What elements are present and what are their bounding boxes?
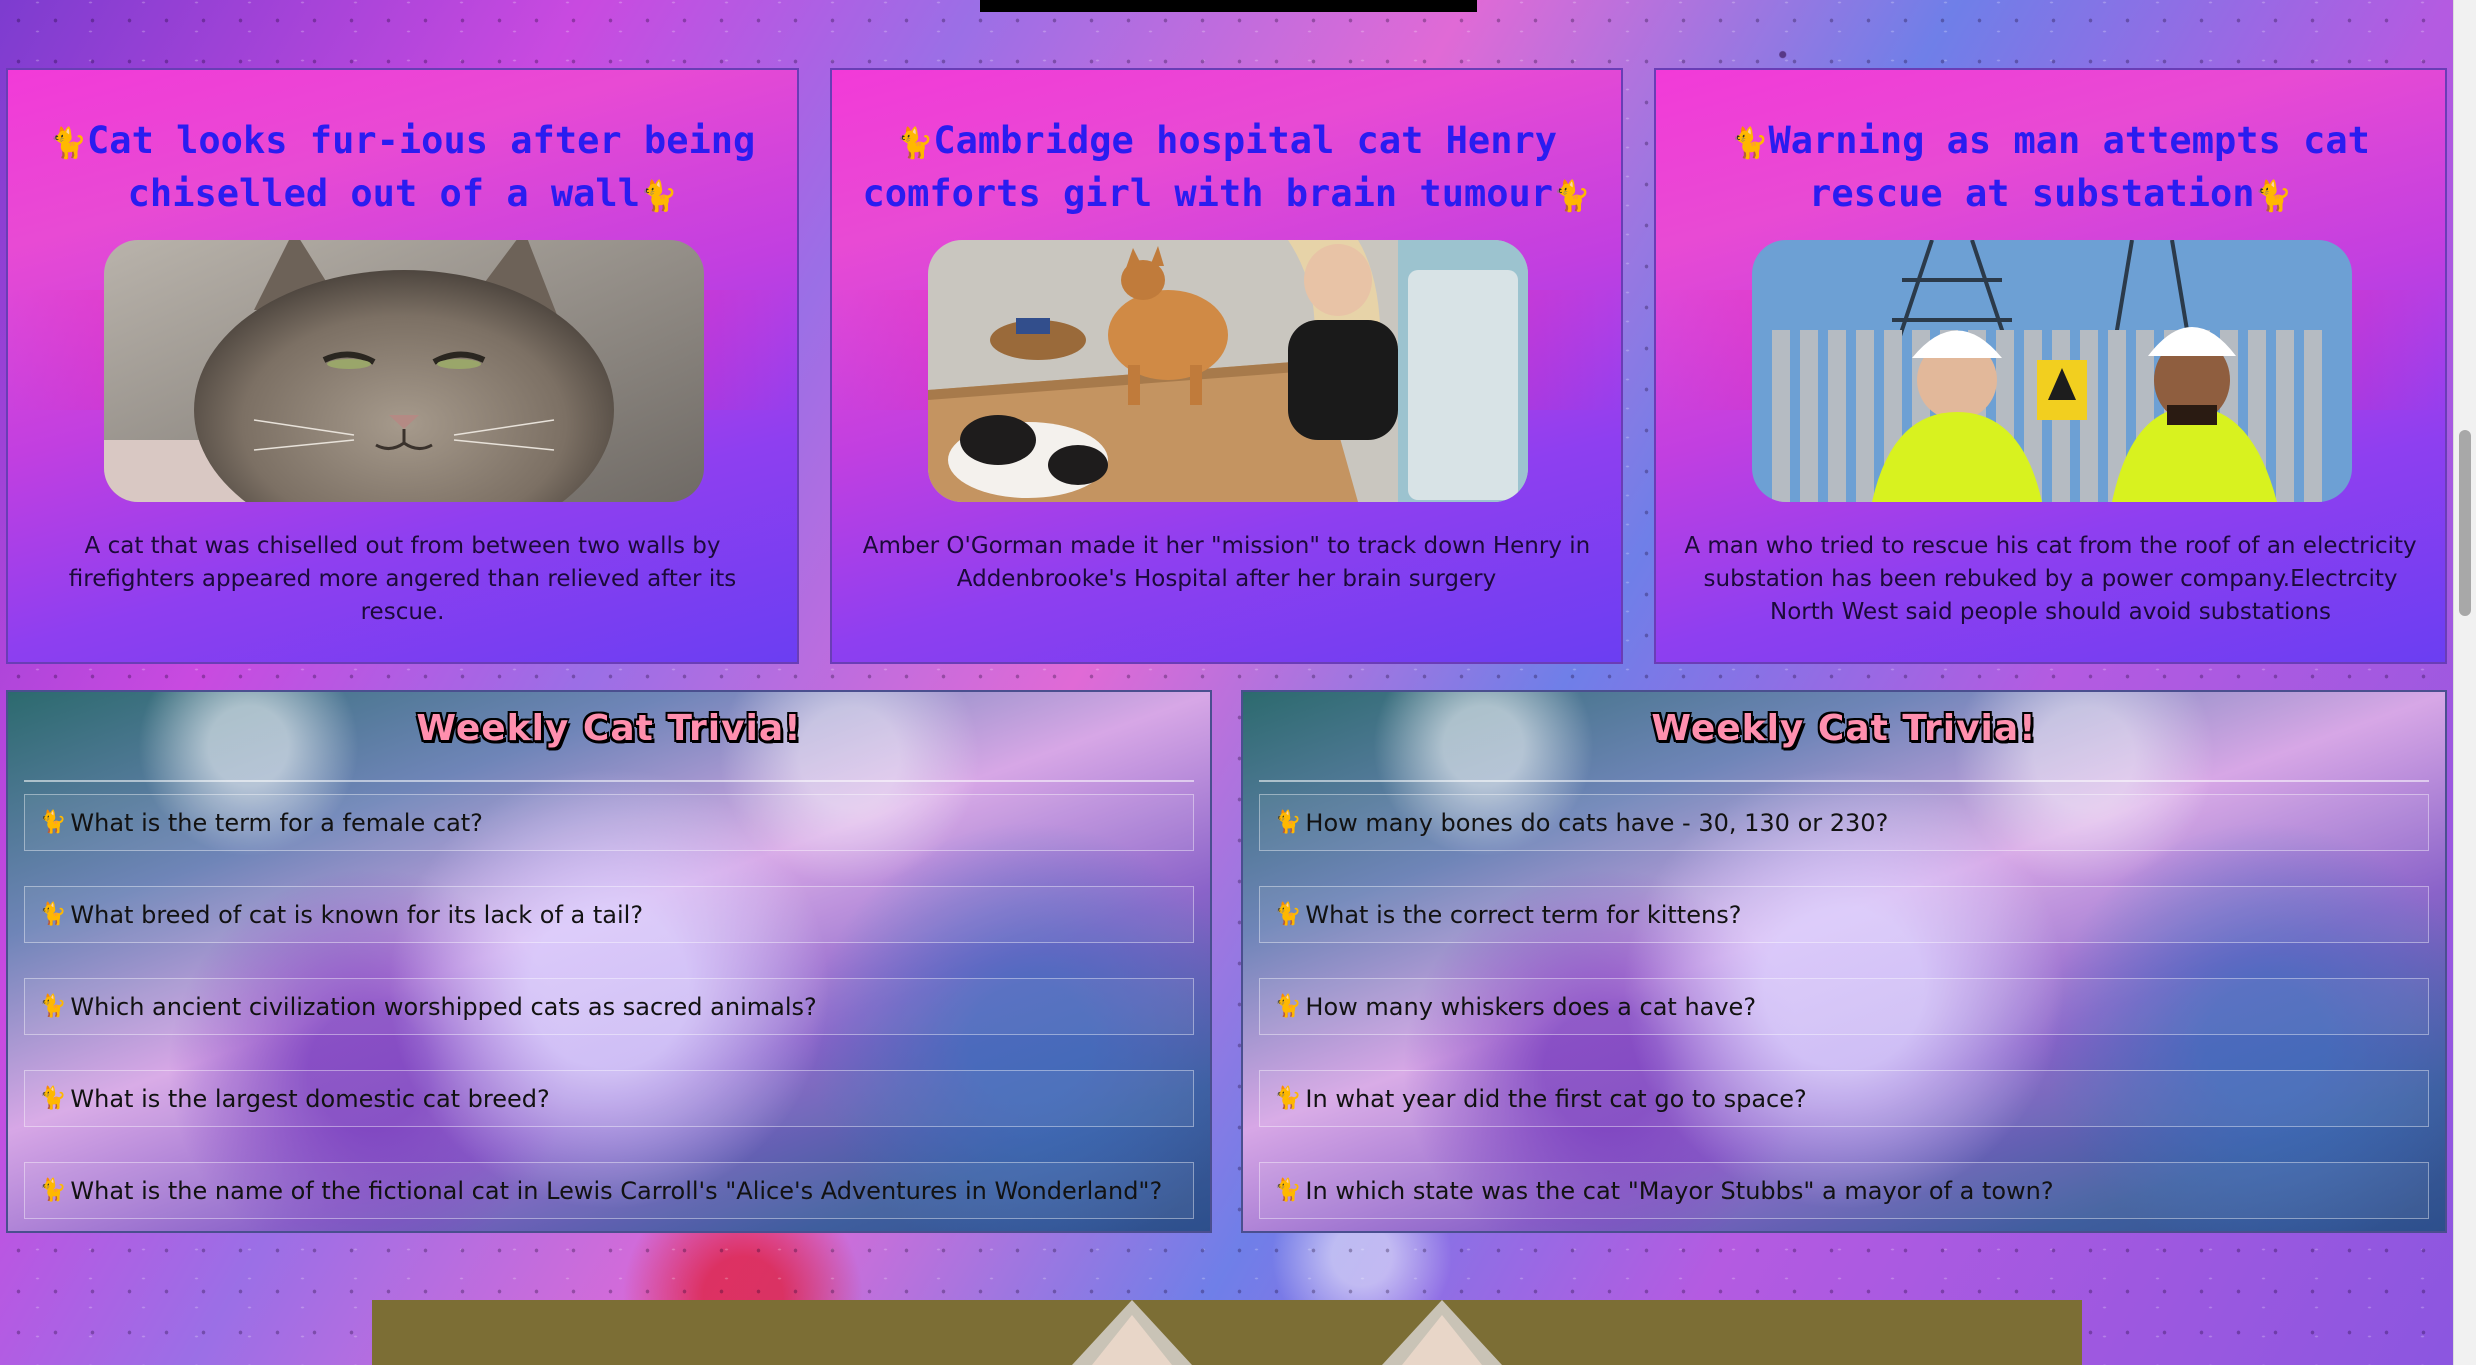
cat-emoji-icon: 🐈 bbox=[1274, 994, 1302, 1019]
cat-emoji-icon: 🐈 bbox=[640, 179, 678, 214]
trivia-question[interactable]: 🐈 How many whiskers does a cat have? bbox=[1259, 978, 2429, 1035]
trivia-question[interactable]: 🐈 What is the name of the fictional cat i… bbox=[24, 1162, 1194, 1219]
cat-emoji-icon: 🐈 bbox=[1731, 126, 1769, 161]
trivia-question-text: Which ancient civilization worshipped ca… bbox=[70, 992, 817, 1021]
cat-emoji-icon: 🐈 bbox=[39, 810, 67, 835]
cat-emoji-icon: 🐈 bbox=[39, 1086, 67, 1111]
news-card[interactable]: 🐈Warning as man attempts cat rescue at s… bbox=[1654, 68, 2447, 664]
trivia-title: Weekly Cat Trivia! bbox=[1651, 708, 2037, 749]
top-banner-edge bbox=[980, 0, 1477, 12]
cat-emoji-icon: 🐈 bbox=[1274, 1086, 1302, 1111]
cat-emoji-icon: 🐈 bbox=[39, 1178, 67, 1203]
trivia-question[interactable]: 🐈 Which ancient civilization worshipped c… bbox=[24, 978, 1194, 1035]
trivia-question[interactable]: 🐈 In what year did the first cat go to sp… bbox=[1259, 1070, 2429, 1127]
trivia-question-text: What breed of cat is known for its lack … bbox=[70, 900, 644, 929]
news-title[interactable]: 🐈Cambridge hospital cat Henry comforts g… bbox=[852, 116, 1601, 222]
trivia-question-text: How many bones do cats have - 30, 130 or… bbox=[1305, 808, 1889, 837]
cat-emoji-icon: 🐈 bbox=[39, 994, 67, 1019]
cat-emoji-icon: 🐈 bbox=[2254, 179, 2292, 214]
news-description: Amber O'Gorman made it her "mission" to … bbox=[862, 533, 1591, 592]
cat-emoji-icon: 🐈 bbox=[895, 126, 934, 161]
trivia-title: Weekly Cat Trivia! bbox=[416, 708, 802, 749]
trivia-question-text: In which state was the cat "Mayor Stubbs… bbox=[1305, 1176, 2054, 1205]
trivia-panel: Weekly Cat Trivia! 🐈 How many bones do ca… bbox=[1241, 690, 2447, 1233]
cat-emoji-icon: 🐈 bbox=[39, 902, 67, 927]
trivia-question[interactable]: 🐈 What is the term for a female cat? bbox=[24, 794, 1194, 851]
trivia-question-text: What is the name of the fictional cat in… bbox=[70, 1176, 1163, 1205]
news-section: 🐈Cat looks fur-ious after being chiselle… bbox=[0, 68, 2454, 664]
trivia-question-text: What is the term for a female cat? bbox=[70, 808, 483, 837]
news-card[interactable]: 🐈Cambridge hospital cat Henry comforts g… bbox=[830, 68, 1623, 664]
bottom-cat-photo bbox=[372, 1300, 2082, 1365]
scrollbar-thumb[interactable] bbox=[2459, 430, 2471, 616]
news-image-grumpy-cat[interactable] bbox=[104, 240, 704, 502]
news-title[interactable]: 🐈Warning as man attempts cat rescue at s… bbox=[1676, 116, 2425, 222]
trivia-question[interactable]: 🐈 What breed of cat is known for its lack… bbox=[24, 886, 1194, 943]
substation-photo bbox=[1752, 240, 2352, 502]
news-image-substation[interactable] bbox=[1752, 240, 2352, 502]
trivia-question[interactable]: 🐈 How many bones do cats have - 30, 130 o… bbox=[1259, 794, 2429, 851]
trivia-divider bbox=[1259, 780, 2429, 782]
cat-emoji-icon: 🐈 bbox=[1274, 902, 1302, 927]
trivia-question[interactable]: 🐈 What is the largest domestic cat breed? bbox=[24, 1070, 1194, 1127]
news-title[interactable]: 🐈Cat looks fur-ious after being chiselle… bbox=[28, 116, 777, 222]
news-image-hospital-cat[interactable] bbox=[928, 240, 1528, 502]
news-description: A cat that was chiselled out from betwee… bbox=[68, 533, 737, 625]
cat-emoji-icon: 🐈 bbox=[1274, 1178, 1302, 1203]
news-title-text: Cambridge hospital cat Henry comforts gi… bbox=[862, 119, 1558, 215]
trivia-question[interactable]: 🐈 What is the correct term for kittens? bbox=[1259, 886, 2429, 943]
cat-emoji-icon: 🐈 bbox=[1274, 810, 1302, 835]
trivia-question-text: How many whiskers does a cat have? bbox=[1305, 992, 1757, 1021]
scrollbar[interactable] bbox=[2453, 0, 2476, 1365]
trivia-divider bbox=[24, 780, 1194, 782]
grumpy-cat-photo bbox=[104, 240, 704, 502]
hospital-cat-photo bbox=[928, 240, 1528, 502]
news-description: A man who tried to rescue his cat from t… bbox=[1684, 533, 2417, 625]
trivia-question-text: In what year did the first cat go to spa… bbox=[1305, 1084, 1807, 1113]
trivia-question-text: What is the largest domestic cat breed? bbox=[70, 1084, 550, 1113]
news-card[interactable]: 🐈Cat looks fur-ious after being chiselle… bbox=[6, 68, 799, 664]
bottom-cat-image bbox=[372, 1300, 2082, 1365]
cat-emoji-icon: 🐈 bbox=[1553, 179, 1591, 214]
trivia-panel: Weekly Cat Trivia! 🐈 What is the term for… bbox=[6, 690, 1212, 1233]
trivia-question-text: What is the correct term for kittens? bbox=[1305, 900, 1742, 929]
cat-emoji-icon: 🐈 bbox=[49, 126, 88, 161]
trivia-question[interactable]: 🐈 In which state was the cat "Mayor Stubb… bbox=[1259, 1162, 2429, 1219]
